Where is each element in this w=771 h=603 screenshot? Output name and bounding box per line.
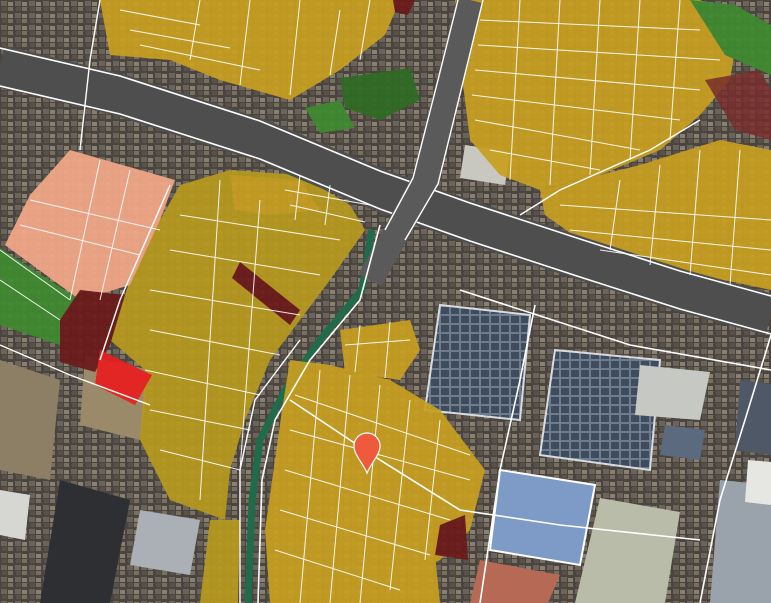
map-view[interactable] xyxy=(0,0,771,603)
factory-roof xyxy=(635,365,710,420)
warehouse-roof xyxy=(130,510,200,575)
map-canvas xyxy=(0,0,771,603)
factory-roof xyxy=(660,425,705,460)
construction-yard xyxy=(0,360,60,480)
factory-roof xyxy=(745,460,771,505)
warehouse-roof xyxy=(0,490,30,540)
